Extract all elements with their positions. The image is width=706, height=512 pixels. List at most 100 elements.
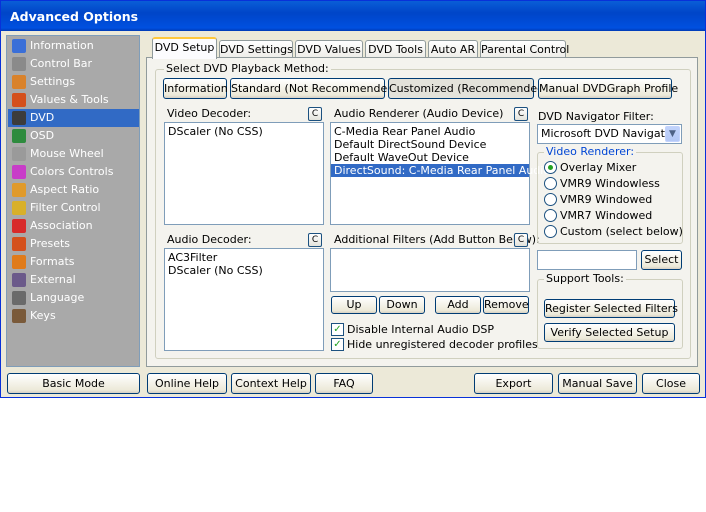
- additional-filters-c-button[interactable]: C: [514, 233, 528, 247]
- video-renderer-option-label: Overlay Mixer: [560, 161, 637, 174]
- list-item-selected[interactable]: DirectSound: C-Media Rear Panel Audio: [331, 164, 550, 177]
- video-renderer-radio[interactable]: [544, 177, 557, 190]
- basic-mode-button[interactable]: Basic Mode: [7, 373, 140, 394]
- navigator-filter-select[interactable]: Microsoft DVD Navigator ▼: [537, 124, 682, 144]
- video-renderer-radio[interactable]: [544, 161, 557, 174]
- sidebar-item-label: Control Bar: [30, 57, 93, 70]
- sidebar-item-label: OSD: [30, 129, 55, 142]
- external-icon: [12, 273, 26, 287]
- sidebar-item-association[interactable]: Association: [8, 217, 139, 235]
- audio-decoder-c-button[interactable]: C: [308, 233, 322, 247]
- audio-renderer-list[interactable]: C-Media Rear Panel Audio Default DirectS…: [330, 122, 550, 225]
- online-help-button[interactable]: Online Help: [147, 373, 227, 394]
- filter-up-button[interactable]: Up: [331, 296, 377, 314]
- audio-decoder-list[interactable]: AC3Filter DScaler (No CSS): [164, 248, 324, 351]
- method-manual-dvdgraph-button[interactable]: Manual DVDGraph Profile: [538, 78, 678, 99]
- sidebar-item-aspect-ratio[interactable]: Aspect Ratio: [8, 181, 139, 199]
- sidebar-item-osd[interactable]: OSD: [8, 127, 139, 145]
- advanced-options-window: Advanced Options Information Control Bar S…: [0, 0, 706, 398]
- sidebar-item-colors-controls[interactable]: Colors Controls: [8, 163, 139, 181]
- settings-icon: [12, 75, 26, 89]
- sidebar-item-label: Filter Control: [30, 201, 101, 214]
- sidebar-item-label: External: [30, 273, 76, 286]
- sidebar-item-label: Association: [30, 219, 93, 232]
- sidebar-item-label: Aspect Ratio: [30, 183, 100, 196]
- presets-icon: [12, 237, 26, 251]
- list-item[interactable]: Default WaveOut Device: [331, 151, 529, 164]
- sidebar-item-label: DVD: [30, 111, 55, 124]
- control-bar-icon: [12, 57, 26, 71]
- verify-setup-button[interactable]: Verify Selected Setup: [544, 323, 675, 342]
- sidebar-item-dvd[interactable]: DVD: [8, 109, 139, 127]
- list-item[interactable]: Default DirectSound Device: [331, 138, 529, 151]
- navigator-filter-value: Microsoft DVD Navigator: [541, 127, 677, 140]
- sidebar-item-label: Language: [30, 291, 85, 304]
- dvd-icon: [12, 111, 26, 125]
- association-icon: [12, 219, 26, 233]
- sidebar-item-information[interactable]: Information: [8, 37, 139, 55]
- sidebar-item-external[interactable]: External: [8, 271, 139, 289]
- video-renderer-radio[interactable]: [544, 193, 557, 206]
- audio-decoder-label: Audio Decoder:: [167, 233, 252, 246]
- list-item[interactable]: DScaler (No CSS): [165, 125, 323, 138]
- sidebar: Information Control Bar Settings Values & T…: [6, 35, 140, 367]
- values-tools-icon: [12, 93, 26, 107]
- sidebar-item-label: Formats: [30, 255, 75, 268]
- sidebar-item-keys[interactable]: Keys: [8, 307, 139, 325]
- video-decoder-list[interactable]: DScaler (No CSS): [164, 122, 324, 225]
- video-renderer-radio[interactable]: [544, 225, 557, 238]
- sidebar-item-formats[interactable]: Formats: [8, 253, 139, 271]
- sidebar-item-label: Mouse Wheel: [30, 147, 104, 160]
- additional-filters-list[interactable]: [330, 248, 530, 292]
- audio-renderer-label: Audio Renderer (Audio Device): [334, 107, 504, 120]
- custom-renderer-input[interactable]: [537, 250, 637, 270]
- register-filters-button[interactable]: Register Selected Filters: [544, 299, 678, 318]
- close-button[interactable]: Close: [642, 373, 700, 394]
- sidebar-item-label: Presets: [30, 237, 71, 250]
- filter-down-button[interactable]: Down: [379, 296, 425, 314]
- filter-remove-button[interactable]: Remove: [483, 296, 529, 314]
- sidebar-item-label: Information: [30, 39, 94, 52]
- window-title: Advanced Options: [10, 9, 139, 24]
- sidebar-item-presets[interactable]: Presets: [8, 235, 139, 253]
- additional-filters-label: Additional Filters (Add Button Below):: [334, 233, 540, 246]
- sidebar-item-label: Settings: [30, 75, 76, 88]
- manual-save-button[interactable]: Manual Save: [558, 373, 637, 394]
- context-help-button[interactable]: Context Help: [231, 373, 311, 394]
- list-item[interactable]: DScaler (No CSS): [165, 264, 323, 277]
- method-standard-button[interactable]: Standard (Not Recommended): [230, 78, 399, 99]
- faq-button[interactable]: FAQ: [315, 373, 373, 394]
- sidebar-item-filter-control[interactable]: Filter Control: [8, 199, 139, 217]
- sidebar-item-label: Keys: [30, 309, 56, 322]
- select-renderer-button[interactable]: Select: [641, 250, 682, 270]
- hide-unregistered-label: Hide unregistered decoder profiles: [347, 338, 538, 351]
- export-button[interactable]: Export: [474, 373, 553, 394]
- sidebar-item-settings[interactable]: Settings: [8, 73, 139, 91]
- sidebar-item-control-bar[interactable]: Control Bar: [8, 55, 139, 73]
- method-information-button[interactable]: Information: [163, 78, 228, 99]
- disable-dsp-label: Disable Internal Audio DSP: [347, 323, 495, 336]
- tab-dvd-setup[interactable]: DVD Setup: [152, 37, 217, 59]
- audio-renderer-c-button[interactable]: C: [514, 107, 528, 121]
- filter-add-button[interactable]: Add: [435, 296, 481, 314]
- info-icon: [12, 39, 26, 53]
- list-item[interactable]: C-Media Rear Panel Audio: [331, 125, 529, 138]
- sidebar-item-label: Values & Tools: [30, 93, 109, 106]
- navigator-filter-label: DVD Navigator Filter:: [538, 110, 654, 123]
- title-bar[interactable]: Advanced Options: [1, 1, 705, 31]
- list-item[interactable]: AC3Filter: [165, 251, 323, 264]
- aspect-ratio-icon: [12, 183, 26, 197]
- video-renderer-option-label: VMR9 Windowed: [560, 193, 653, 206]
- hide-unregistered-checkbox[interactable]: ✓: [331, 338, 344, 351]
- sidebar-item-values-tools[interactable]: Values & Tools: [8, 91, 139, 109]
- video-renderer-option-label: VMR7 Windowed: [560, 209, 653, 222]
- sidebar-item-language[interactable]: Language: [8, 289, 139, 307]
- filter-control-icon: [12, 201, 26, 215]
- video-renderer-radio[interactable]: [544, 209, 557, 222]
- method-customized-button[interactable]: Customized (Recommended): [388, 78, 548, 99]
- chevron-down-icon[interactable]: ▼: [665, 126, 680, 142]
- video-renderer-option-label: VMR9 Windowless: [560, 177, 660, 190]
- disable-dsp-checkbox[interactable]: ✓: [331, 323, 344, 336]
- video-decoder-c-button[interactable]: C: [308, 107, 322, 121]
- sidebar-item-mouse-wheel[interactable]: Mouse Wheel: [8, 145, 139, 163]
